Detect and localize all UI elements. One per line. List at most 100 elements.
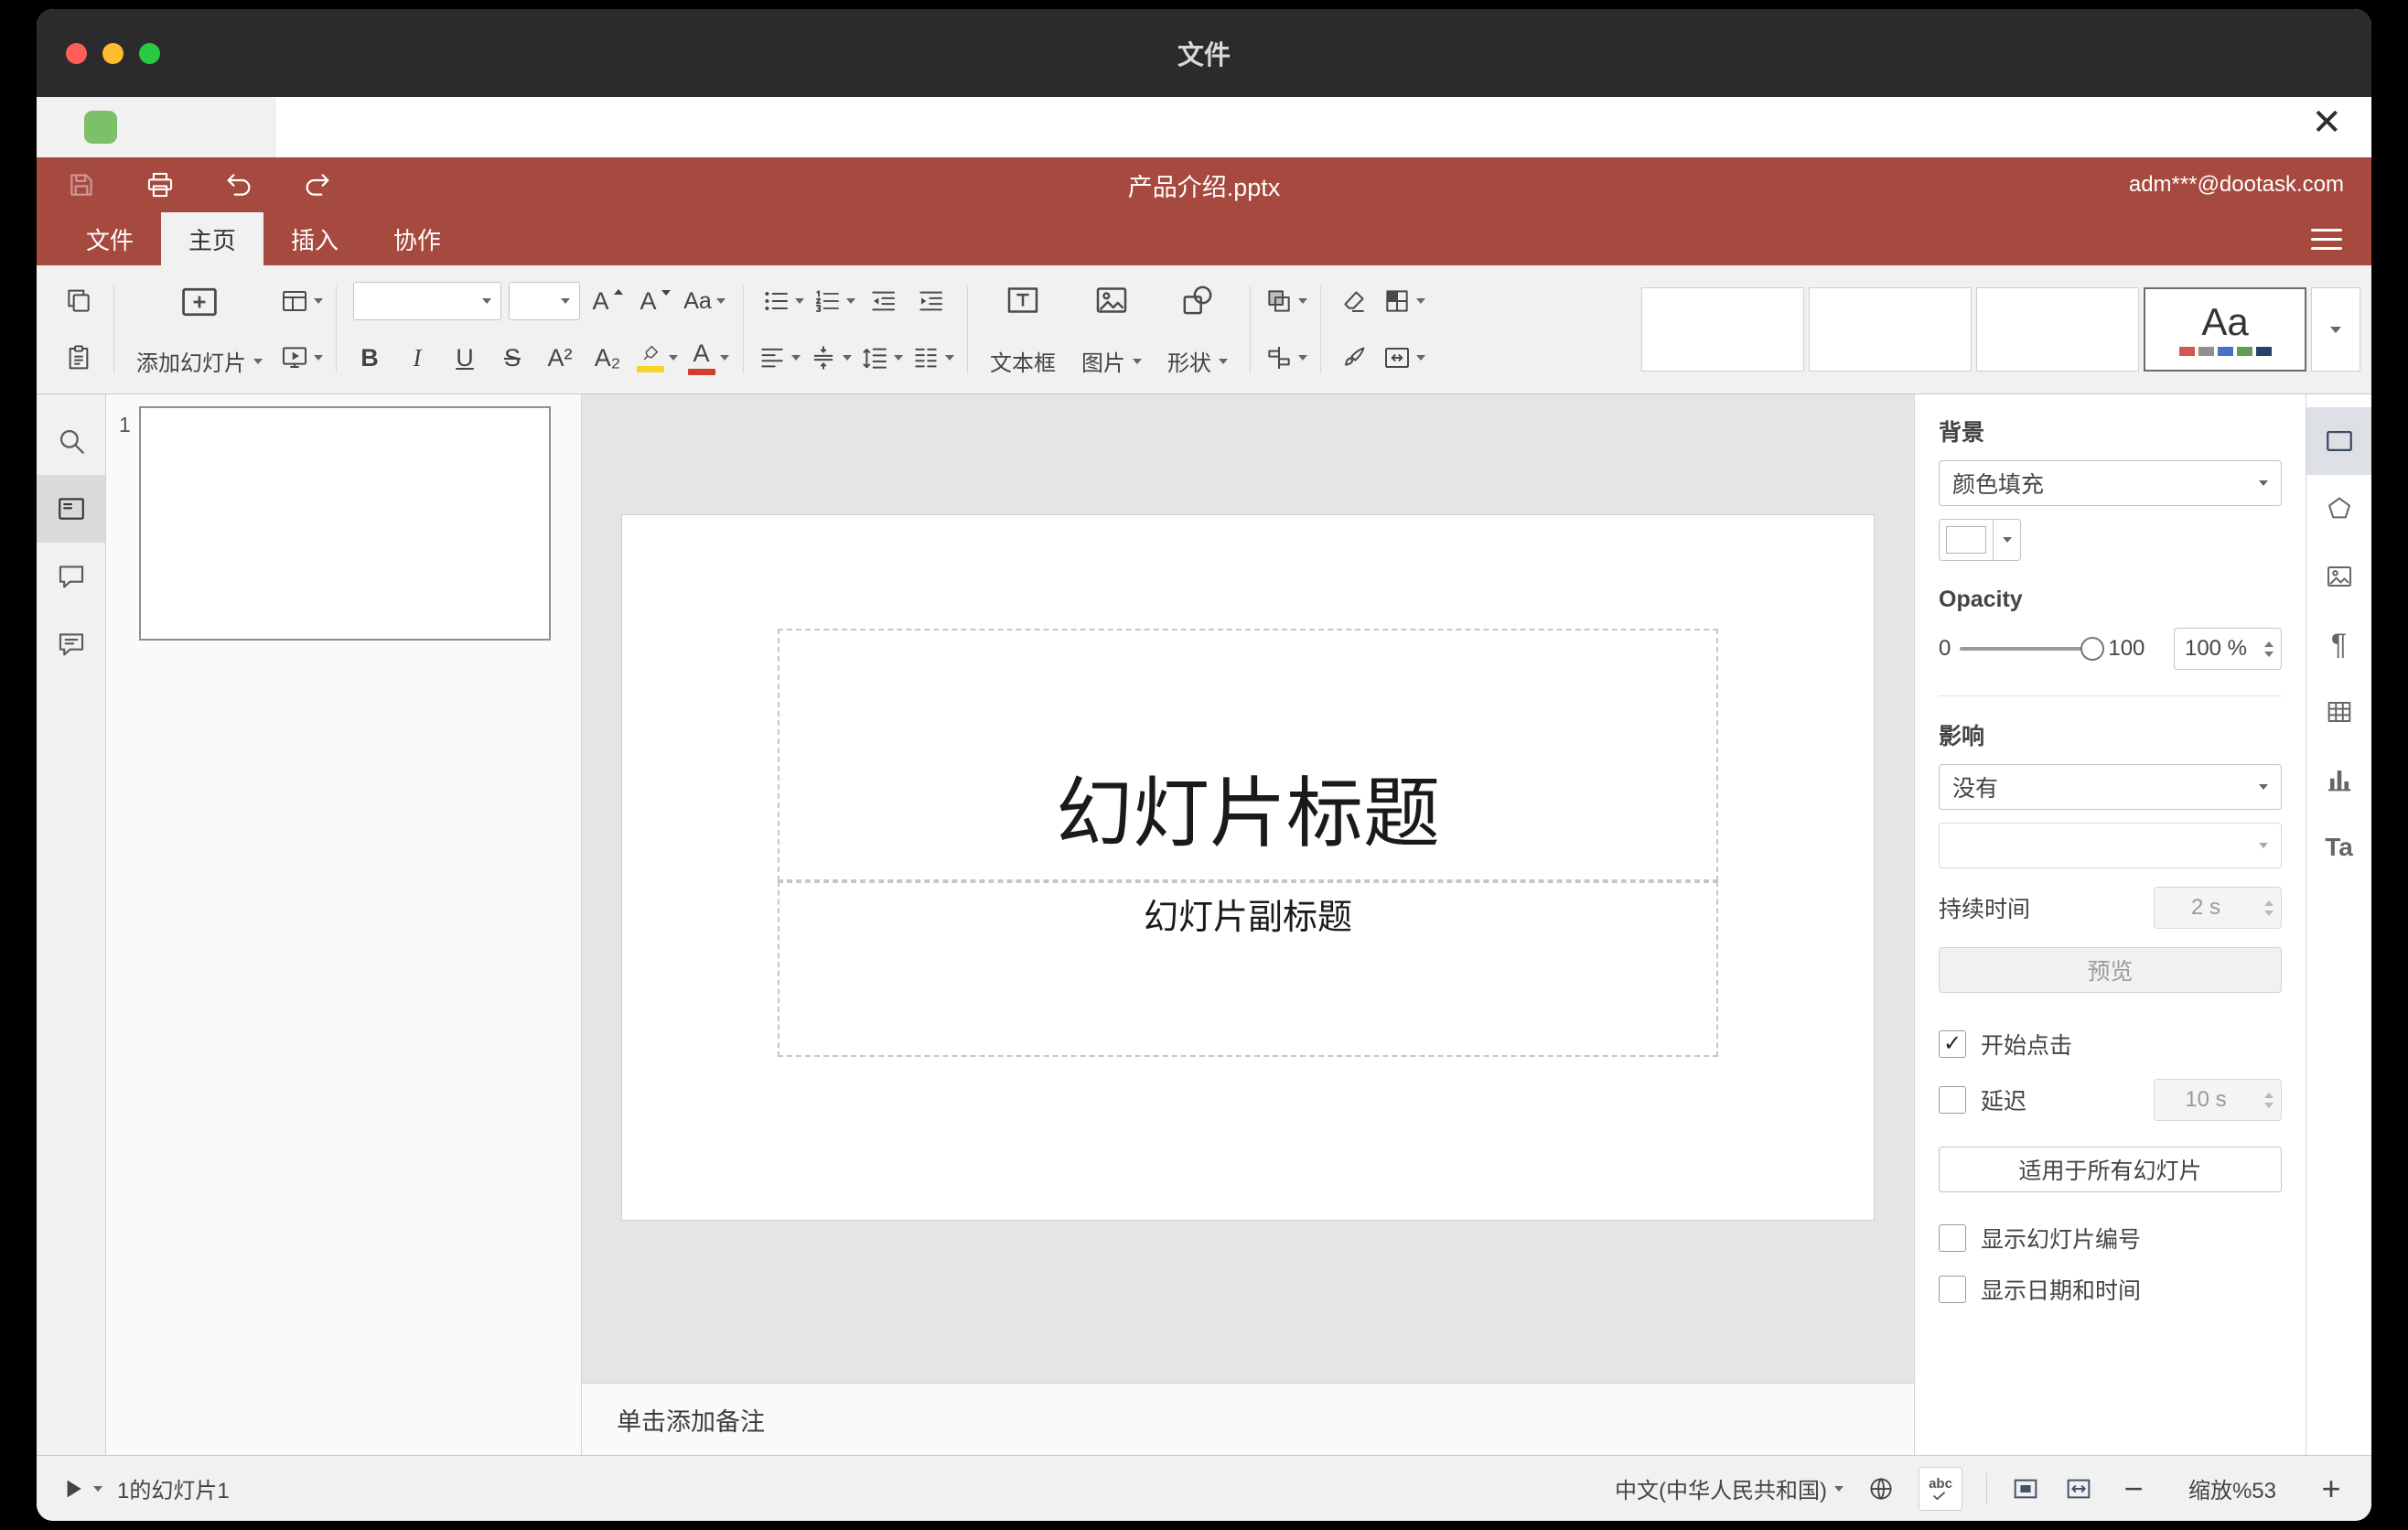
delay-input[interactable]: 10 s (2154, 1079, 2282, 1121)
preview-button[interactable]: 预览 (1939, 947, 2282, 993)
fit-to-slide-button[interactable] (2011, 1474, 2040, 1503)
insert-text-box-button[interactable]: 文本框 (981, 275, 1065, 384)
slide-canvas[interactable]: 幻灯片标题 幻灯片副标题 (582, 394, 1914, 1383)
start-slideshow-status-button[interactable] (60, 1476, 102, 1502)
transition-type-select[interactable] (1939, 823, 2282, 868)
tab-collaboration[interactable]: 协作 (366, 212, 468, 265)
minimize-traffic-light[interactable] (102, 42, 124, 64)
italic-button[interactable]: I (397, 333, 437, 382)
opacity-input[interactable]: 100 % (2174, 628, 2282, 670)
comments-button[interactable] (37, 543, 105, 610)
spinner-down-icon[interactable] (2264, 1102, 2274, 1108)
decrease-indent-button[interactable] (863, 276, 903, 326)
shape-settings-tab[interactable] (2306, 475, 2371, 543)
increase-indent-button[interactable] (910, 276, 951, 326)
apply-to-all-slides-button[interactable]: 适用于所有幻灯片 (1939, 1147, 2282, 1192)
color-scheme-button[interactable] (1381, 276, 1425, 326)
slide-size-button[interactable] (1381, 333, 1425, 382)
chat-button[interactable] (37, 610, 105, 678)
view-settings-button[interactable] (2311, 212, 2342, 265)
arrange-shape-button[interactable] (1263, 276, 1307, 326)
font-size-select[interactable] (509, 282, 580, 320)
notes-area[interactable]: 单击添加备注 (582, 1383, 1914, 1455)
start-slideshow-button[interactable] (279, 333, 323, 382)
table-settings-tab[interactable] (2306, 678, 2371, 746)
fit-to-width-button[interactable] (2064, 1474, 2093, 1503)
redo-button[interactable] (300, 167, 335, 202)
delay-checkbox[interactable] (1939, 1086, 1966, 1114)
opacity-slider-knob[interactable] (2080, 637, 2105, 661)
opacity-slider[interactable] (1960, 637, 2105, 661)
transition-effect-select[interactable]: 没有 (1939, 764, 2282, 810)
change-case-button[interactable]: Aa (683, 276, 726, 326)
insert-image-button[interactable]: 图片 (1072, 275, 1151, 384)
spinner-up-icon[interactable] (2264, 1092, 2274, 1098)
superscript-button[interactable]: A² (540, 333, 580, 382)
subtitle-placeholder[interactable]: 幻灯片副标题 (778, 881, 1718, 1057)
undo-button[interactable] (221, 167, 256, 202)
theme-thumbnail[interactable] (1641, 287, 1804, 372)
theme-thumbnail[interactable] (1809, 287, 1972, 372)
fullscreen-traffic-light[interactable] (139, 42, 160, 64)
strikethrough-button[interactable]: S (492, 333, 532, 382)
spinner-down-icon[interactable] (2264, 910, 2274, 916)
show-slide-number-checkbox[interactable] (1939, 1224, 1966, 1252)
spinner-up-icon[interactable] (2264, 641, 2274, 647)
tab-home[interactable]: 主页 (161, 212, 264, 265)
show-date-checkbox[interactable] (1939, 1276, 1966, 1303)
paragraph-settings-tab[interactable]: ¶ (2306, 610, 2371, 678)
underline-button[interactable]: U (445, 333, 485, 382)
copy-style-button[interactable] (1334, 333, 1374, 382)
duration-input[interactable]: 2 s (2154, 887, 2282, 929)
columns-button[interactable] (910, 333, 954, 382)
slides-panel-button[interactable] (37, 475, 105, 543)
font-name-select[interactable] (353, 282, 501, 320)
spinner-down-icon[interactable] (2264, 651, 2274, 657)
start-on-click-checkbox[interactable]: ✓ (1939, 1030, 1966, 1058)
insert-shape-button[interactable]: 形状 (1158, 275, 1237, 384)
zoom-in-button[interactable]: + (2315, 1470, 2348, 1508)
copy-button[interactable] (57, 276, 101, 326)
spinner-up-icon[interactable] (2264, 900, 2274, 906)
clear-style-button[interactable] (1334, 276, 1374, 326)
close-traffic-light[interactable] (66, 42, 87, 64)
slide-settings-tab[interactable] (2306, 407, 2371, 475)
background-fill-select[interactable]: 颜色填充 (1939, 460, 2282, 506)
language-select[interactable]: 中文(中华人民共和国) (1615, 1472, 1844, 1504)
paste-button[interactable] (57, 333, 101, 382)
tab-insert[interactable]: 插入 (263, 212, 366, 265)
title-placeholder[interactable]: 幻灯片标题 (778, 629, 1718, 881)
slide-layout-button[interactable] (279, 276, 323, 326)
image-settings-tab[interactable] (2306, 543, 2371, 610)
slide-thumbnail-selected[interactable] (139, 406, 551, 641)
increase-font-button[interactable]: A (587, 276, 628, 326)
vertical-align-button[interactable] (808, 333, 852, 382)
add-slide-button[interactable]: 添加幻灯片 (127, 275, 272, 384)
slide-thumbnails-panel[interactable]: 1 (106, 394, 582, 1455)
text-art-settings-tab[interactable]: Ta (2306, 813, 2371, 881)
align-shape-button[interactable] (1263, 333, 1307, 382)
chart-settings-tab[interactable] (2306, 746, 2371, 813)
decrease-font-button[interactable]: A (635, 276, 675, 326)
search-button[interactable] (37, 407, 105, 475)
bullet-list-button[interactable] (760, 276, 804, 326)
document-language-button[interactable] (1867, 1475, 1895, 1503)
color-picker-expand[interactable] (1993, 520, 2020, 560)
spell-check-button[interactable]: abc (1919, 1466, 1962, 1511)
save-button[interactable] (64, 167, 99, 202)
highlight-color-button[interactable] (635, 333, 679, 382)
font-color-button[interactable]: A (686, 333, 730, 382)
zoom-out-button[interactable]: − (2117, 1470, 2150, 1508)
print-button[interactable] (143, 167, 177, 202)
tab-file[interactable]: 文件 (59, 212, 161, 265)
close-editor-button[interactable]: ✕ (2311, 104, 2342, 141)
horizontal-align-button[interactable] (757, 333, 801, 382)
theme-thumbnail-selected[interactable]: Aa (2144, 287, 2306, 372)
bold-button[interactable]: B (349, 333, 390, 382)
line-spacing-button[interactable] (859, 333, 903, 382)
background-color-picker[interactable] (1939, 519, 2021, 561)
numbered-list-button[interactable] (812, 276, 855, 326)
theme-gallery-expand-button[interactable] (2311, 287, 2360, 372)
subscript-button[interactable]: A₂ (587, 333, 628, 382)
theme-thumbnail[interactable] (1976, 287, 2139, 372)
